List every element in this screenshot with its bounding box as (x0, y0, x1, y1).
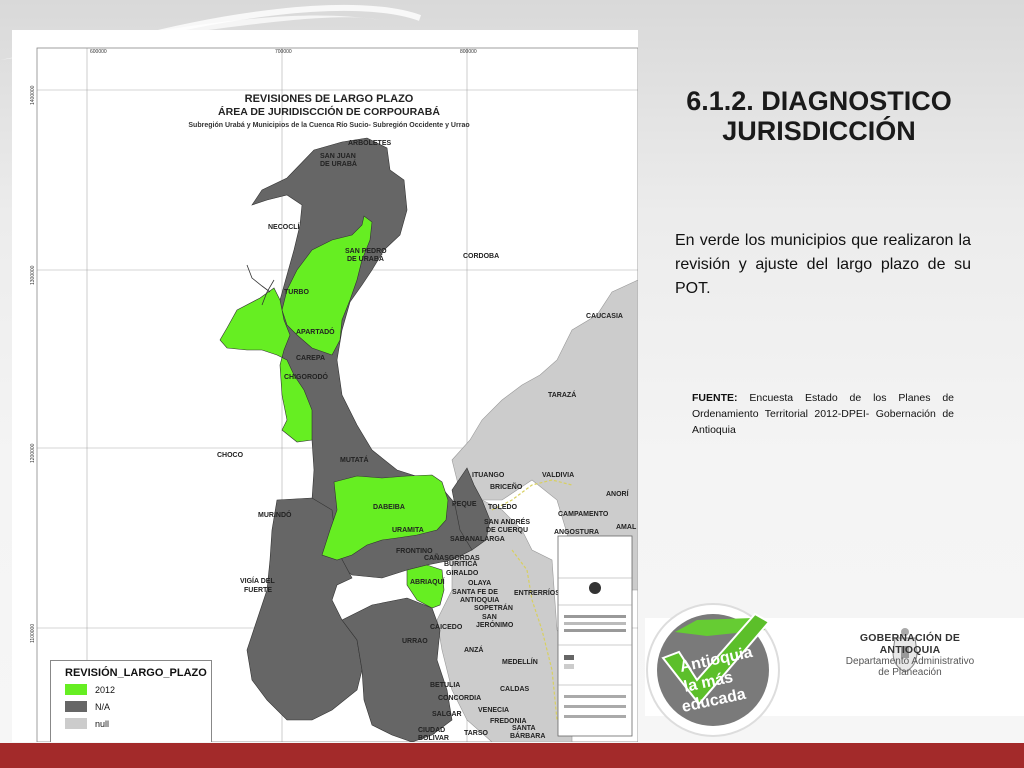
label-murindo: MURINDÓ (258, 510, 292, 519)
label-turbo: TURBO (284, 289, 309, 296)
label-giraldo: GIRALDO (446, 570, 479, 577)
label-san-juan: SAN JUAN (320, 153, 356, 160)
label-jeronimo: JERÓNIMO (476, 620, 514, 629)
label-amalfi: AMAL (616, 524, 637, 531)
label-valdivia: VALDIVIA (542, 472, 574, 479)
slide-body-text: En verde los municipios que realizaron l… (675, 232, 971, 297)
map-title-1: REVISIONES DE LARGO PLAZO (245, 93, 414, 105)
label-san-pedro: SAN PEDRO (345, 248, 387, 255)
label-santa-fe: SANTA FE DE (452, 589, 498, 596)
label-san-andres: SAN ANDRÉS (484, 517, 530, 526)
label-mutata: MUTATÁ (340, 455, 369, 464)
grid-label-top-1: 600000 (90, 49, 107, 55)
label-caicedo: CAICEDO (430, 624, 463, 631)
label-carepa: CAREPA (296, 355, 325, 362)
label-uramita: URAMITA (392, 527, 424, 534)
label-briceno: BRICEÑO (490, 482, 523, 491)
slide-title-line-2: JURISDICCIÓN (722, 116, 916, 146)
label-ciudad: CIUDAD (418, 727, 445, 734)
source-label: FUENTE: (692, 392, 738, 404)
label-dabeiba: DABEIBA (373, 504, 405, 511)
label-de-cuerqu: DE CUERQU (486, 527, 528, 534)
source-note: FUENTE: Encuesta Estado de los Planes de… (692, 390, 954, 438)
label-olaya: OLAYA (468, 580, 491, 587)
label-arboletes: ARBOLETES (348, 140, 392, 147)
label-antioquia: ANTIOQUIA (460, 597, 499, 604)
bottom-bar (0, 743, 1024, 768)
label-caucasia: CAUCASIA (586, 313, 623, 320)
legend-title: REVISIÓN_LARGO_PLAZO (65, 667, 207, 679)
label-cordoba: CORDOBA (463, 253, 499, 260)
label-urrao: URRAO (402, 638, 428, 645)
map-svg: 600000 700000 800000 1400000 1300000 120… (12, 30, 638, 742)
map-panel: 600000 700000 800000 1400000 1300000 120… (12, 30, 638, 742)
slide-title-line-1: 6.1.2. DIAGNOSTICO (686, 86, 952, 116)
label-sabanalarga: SABANALARGA (450, 536, 505, 543)
label-anza: ANZÁ (464, 645, 483, 654)
legend-label: 2012 (95, 684, 116, 695)
label-de-uraba-2: DE URABÁ (347, 254, 384, 263)
map-legend: REVISIÓN_LARGO_PLAZO 2012 N/A null (50, 660, 212, 742)
label-apartado: APARTADÓ (296, 327, 335, 336)
label-buritica: BURITICÁ (444, 559, 477, 568)
label-peque: PEQUE (452, 501, 477, 508)
label-taraza: TARAZÁ (548, 390, 576, 399)
legend-item-2012: 2012 (65, 683, 211, 696)
label-anori: ANORÍ (606, 489, 630, 498)
label-toledo: TOLEDO (488, 504, 518, 511)
label-barbara: BÁRBARA (510, 731, 545, 740)
legend-swatch-green (65, 684, 87, 695)
label-fredonia: FREDONIA (490, 718, 527, 725)
label-santa: SANTA (512, 725, 536, 732)
grid-label-left-4: 1100000 (30, 624, 36, 643)
label-campamento: CAMPAMENTO (558, 511, 609, 518)
label-betulia: BETULIA (430, 682, 460, 689)
gob-line-3: de Planeación (878, 667, 942, 678)
label-choco: CHOCO (217, 452, 244, 459)
label-salgar: SALGAR (432, 711, 462, 718)
legend-item-na: N/A (65, 700, 211, 713)
label-venecia: VENECIA (478, 707, 509, 714)
label-chigorodo: CHIGORODÓ (284, 372, 329, 381)
grid-label-top-3: 800000 (460, 49, 477, 55)
label-de-uraba: DE URABÁ (320, 159, 357, 168)
legend-label: N/A (95, 701, 111, 712)
map-info-panel (557, 535, 633, 737)
grid-label-left-1: 1400000 (30, 85, 36, 105)
grid-label-left-2: 1300000 (30, 265, 36, 285)
legend-item-null: null (65, 717, 211, 730)
label-bolivar: BOLÍVAR (418, 733, 449, 742)
grid-label-top-2: 700000 (275, 49, 292, 55)
gobernacion-logo-text: GOBERNACIÓN DE ANTIOQUIA Departamento Ad… (830, 632, 990, 678)
gob-line-1: GOBERNACIÓN DE ANTIOQUIA (859, 632, 961, 656)
label-caldas: CALDAS (500, 686, 529, 693)
label-ituango: ITUANGO (472, 472, 505, 479)
label-entrerrios: ENTRERRÍOS (514, 588, 560, 597)
label-angostura: ANGOSTURA (554, 529, 599, 536)
label-sopetran: SOPETRÁN (474, 603, 513, 612)
label-tarso: TARSO (464, 730, 489, 737)
legend-swatch-light (65, 718, 87, 729)
grid-label-left-3: 1200000 (30, 443, 36, 463)
map-title-2: ÁREA DE JURIDISCCIÓN DE CORPOURABÁ (218, 105, 440, 118)
gob-line-2: Departamento Administrativo (845, 656, 975, 667)
label-concordia: CONCORDIA (438, 695, 481, 702)
label-medellin: MEDELLÍN (502, 657, 538, 666)
label-vigia-2: FUERTE (244, 587, 272, 594)
label-necocli: NECOCLÍ (268, 222, 301, 231)
slide-title: 6.1.2. DIAGNOSTICO JURISDICCIÓN (654, 86, 984, 146)
label-abriaqui: ABRIAQUÍ (410, 577, 446, 586)
label-vigia-1: VIGÍA DEL (240, 576, 275, 585)
label-frontino: FRONTINO (396, 548, 433, 555)
label-san: SAN (482, 614, 497, 621)
legend-swatch-dark (65, 701, 87, 712)
legend-label: null (95, 718, 110, 729)
map-title-3: Subregión Urabá y Municipios de la Cuenc… (188, 122, 469, 129)
